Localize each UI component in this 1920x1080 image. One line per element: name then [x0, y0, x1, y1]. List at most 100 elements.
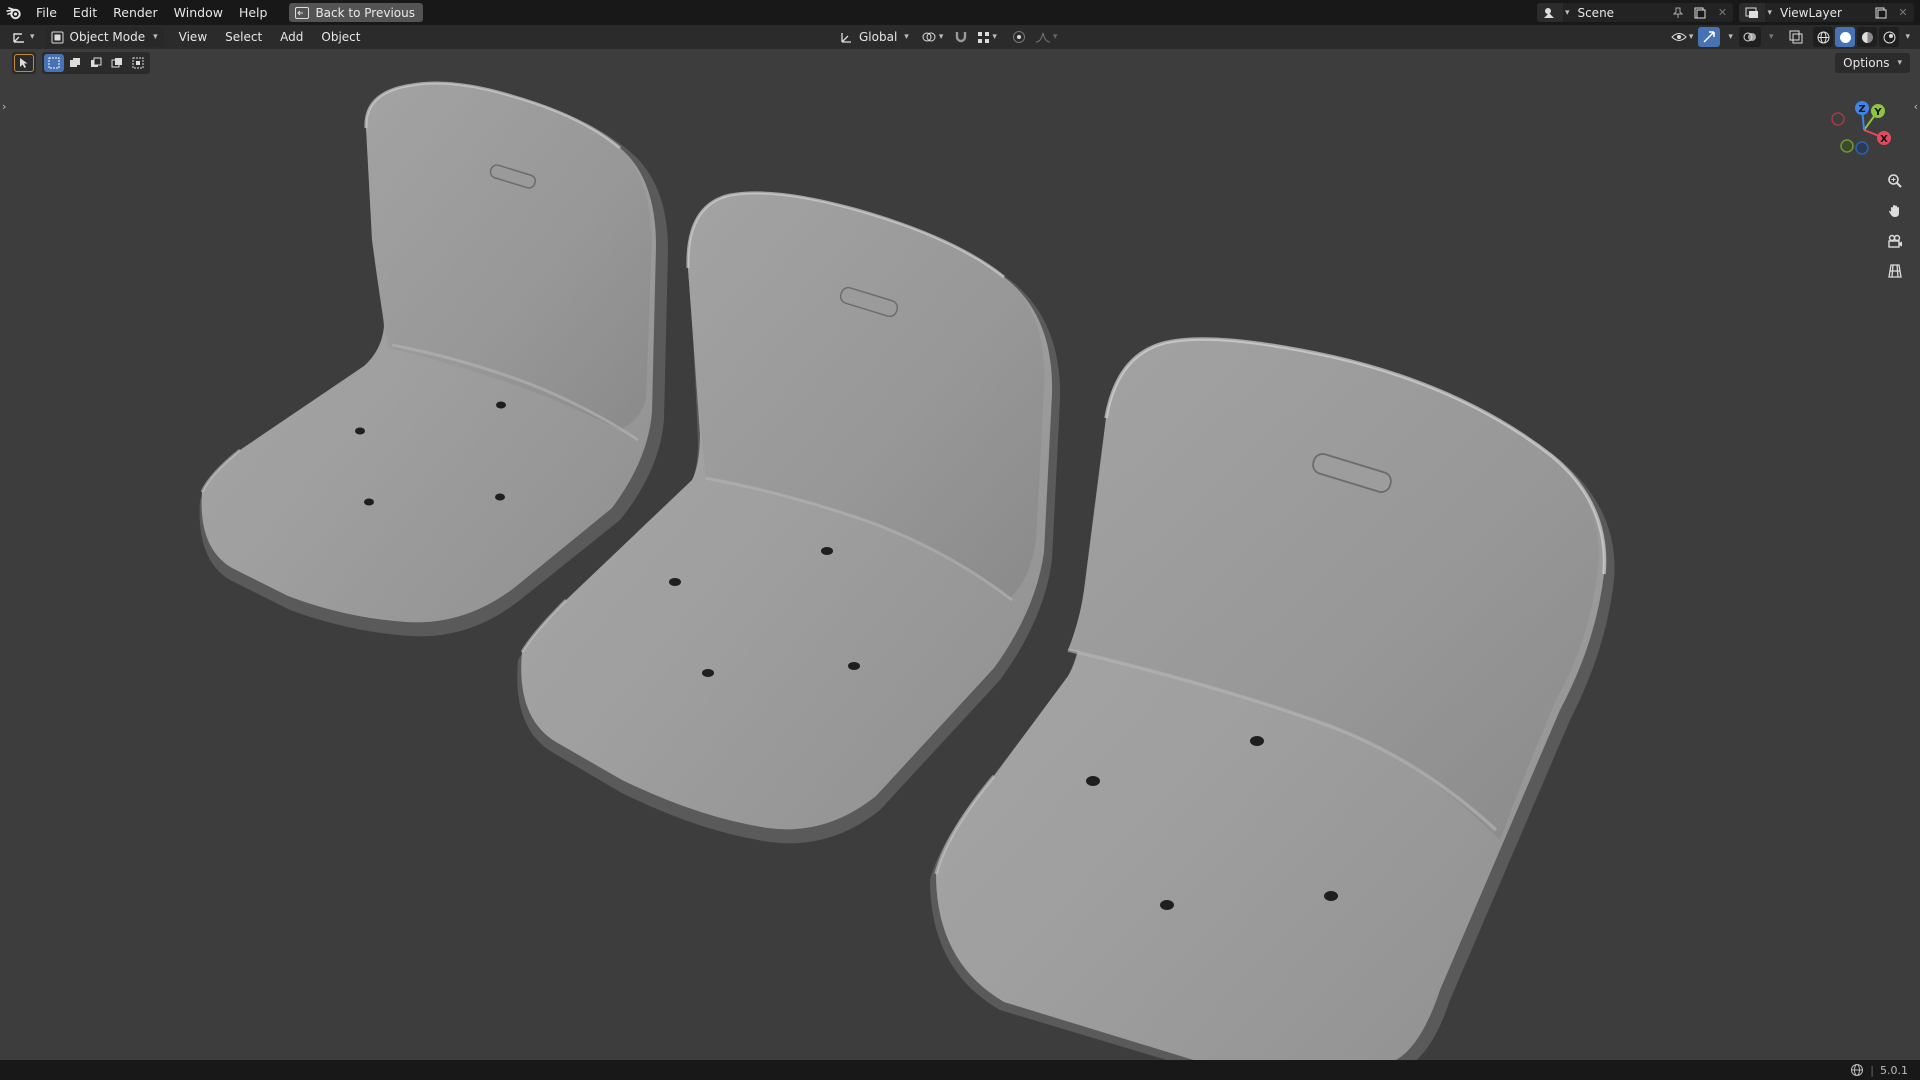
chevron-down-icon: ▾ [153, 32, 158, 42]
ortho-perspective-toggle[interactable] [1882, 258, 1908, 284]
neg-y-axis-icon[interactable] [1840, 139, 1854, 153]
pivot-point-dropdown[interactable]: ▾ [917, 27, 948, 47]
new-scene-icon[interactable] [1689, 3, 1711, 22]
svg-text:Y: Y [1873, 107, 1882, 118]
view-layer-name[interactable]: ViewLayer [1772, 6, 1870, 20]
select-extend-icon [70, 58, 80, 67]
new-view-layer-icon[interactable] [1870, 3, 1892, 22]
global-orientation-icon [841, 33, 851, 43]
close-view-layer-icon[interactable]: ✕ [1892, 3, 1914, 22]
hand-icon [1889, 205, 1899, 217]
toolbar-expand-arrow-icon[interactable]: › [2, 100, 6, 113]
chevron-down-icon[interactable]: ▾ [1903, 32, 1912, 42]
options-dropdown[interactable]: Options ▾ [1835, 53, 1910, 73]
chevron-down-icon: ▾ [1688, 32, 1694, 42]
shading-solid-button[interactable] [1835, 27, 1856, 47]
xray-icon [1789, 30, 1803, 44]
sidebar-expand-arrow-icon[interactable]: ‹ [1914, 100, 1918, 113]
magnet-icon [956, 32, 967, 43]
neg-x-axis-icon[interactable] [1831, 112, 1845, 126]
proportional-editing-toggle[interactable] [1009, 27, 1029, 47]
scene-name[interactable]: Scene [1569, 6, 1667, 20]
status-bar: | 5.0.1 [0, 1060, 1920, 1080]
grid-perspective-icon [1888, 264, 1902, 278]
menu-select[interactable]: Select [216, 27, 271, 47]
snap-target-dropdown[interactable]: ▾ [975, 27, 999, 47]
shading-material-button[interactable] [1857, 27, 1878, 47]
back-button-label: Back to Previous [315, 5, 415, 20]
menu-help[interactable]: Help [231, 0, 276, 25]
chevron-down-icon[interactable]: ▾ [1765, 32, 1778, 42]
svg-text:X: X [1880, 134, 1888, 145]
back-icon [295, 6, 310, 19]
select-subtract-button[interactable] [86, 54, 106, 72]
proportional-falloff-dropdown[interactable]: ▾ [1033, 27, 1060, 47]
navigation-gizmo[interactable]: Z Y X [1820, 96, 1898, 162]
close-scene-icon[interactable]: ✕ [1711, 3, 1733, 22]
menu-window[interactable]: Window [166, 0, 231, 25]
material-sphere-icon [1861, 31, 1873, 43]
chevron-down-icon: ▾ [1897, 58, 1902, 68]
xray-toggle[interactable] [1785, 27, 1807, 47]
editor-type-selector[interactable]: ▾ [6, 27, 41, 47]
chevron-down-icon[interactable]: ▾ [1724, 32, 1737, 42]
3d-viewport-icon [13, 33, 24, 43]
scene-selector[interactable]: ▾ Scene ✕ [1536, 3, 1734, 22]
menu-object[interactable]: Object [312, 27, 369, 47]
menu-file[interactable]: File [28, 0, 65, 25]
view-layer-icon [1739, 3, 1766, 22]
menu-add[interactable]: Add [271, 27, 312, 47]
menu-view[interactable]: View [170, 27, 216, 47]
falloff-curve-icon [1035, 32, 1050, 43]
select-invert-button[interactable] [107, 54, 127, 72]
shading-wireframe-button[interactable] [1813, 27, 1834, 47]
menu-edit[interactable]: Edit [65, 0, 105, 25]
view-layer-selector[interactable]: ▾ ViewLayer ✕ [1739, 3, 1914, 22]
chevron-down-icon: ▾ [938, 32, 944, 42]
tool-settings-row [12, 52, 150, 74]
scene-icon [1536, 3, 1563, 22]
select-tool-button[interactable] [14, 54, 34, 72]
select-new-button[interactable] [44, 54, 64, 72]
cursor-arrow-icon [20, 58, 28, 68]
overlays-toggle[interactable] [1738, 27, 1761, 47]
gizmo-icon [1703, 31, 1716, 43]
chevron-down-icon: ▾ [1052, 32, 1058, 42]
blender-logo-icon[interactable] [0, 0, 28, 25]
chevron-down-icon: ▾ [904, 32, 909, 42]
object-mode-label: Object Mode [69, 30, 146, 44]
zoom-button[interactable] [1882, 168, 1908, 194]
pin-icon[interactable] [1667, 3, 1689, 22]
viewport-header: ▾ Object Mode ▾ View Select Add Object G… [0, 25, 1920, 49]
select-box-new-icon [48, 57, 60, 69]
wireframe-sphere-icon [1817, 31, 1830, 43]
select-invert-icon [111, 58, 122, 68]
transform-orientation-dropdown[interactable]: Global ▾ [836, 27, 913, 47]
select-extend-button[interactable] [65, 54, 85, 72]
back-to-previous-button[interactable]: Back to Previous [289, 3, 423, 22]
select-intersect-button[interactable] [128, 54, 148, 72]
snap-toggle[interactable] [951, 27, 971, 47]
zoom-magnifier-icon [1888, 174, 1902, 188]
eye-filter-icon [1671, 33, 1687, 41]
camera-view-button[interactable] [1882, 228, 1908, 254]
overlay-icon [1743, 32, 1756, 42]
neg-z-axis-icon[interactable] [1855, 141, 1869, 155]
rendered-sphere-icon [1883, 31, 1896, 43]
options-label: Options [1843, 56, 1890, 70]
object-mode-dropdown[interactable]: Object Mode ▾ [44, 27, 164, 47]
visibility-dropdown[interactable]: ▾ [1668, 27, 1697, 47]
orientation-label: Global [859, 30, 898, 44]
chevron-down-icon: ▾ [30, 32, 35, 42]
gizmos-toggle[interactable] [1698, 27, 1721, 47]
select-subtract-icon [91, 57, 102, 67]
pan-button[interactable] [1882, 198, 1908, 224]
active-tool-group [12, 52, 36, 74]
snap-grid-icon [978, 31, 990, 43]
menu-render[interactable]: Render [105, 0, 166, 25]
shading-rendered-button[interactable] [1879, 27, 1900, 47]
top-menu-bar: File Edit Render Window Help Back to Pre… [0, 0, 1920, 25]
seat-shell-1[interactable] [199, 81, 668, 637]
viewport-canvas [199, 81, 1615, 1060]
3d-viewport[interactable] [0, 49, 1920, 1060]
